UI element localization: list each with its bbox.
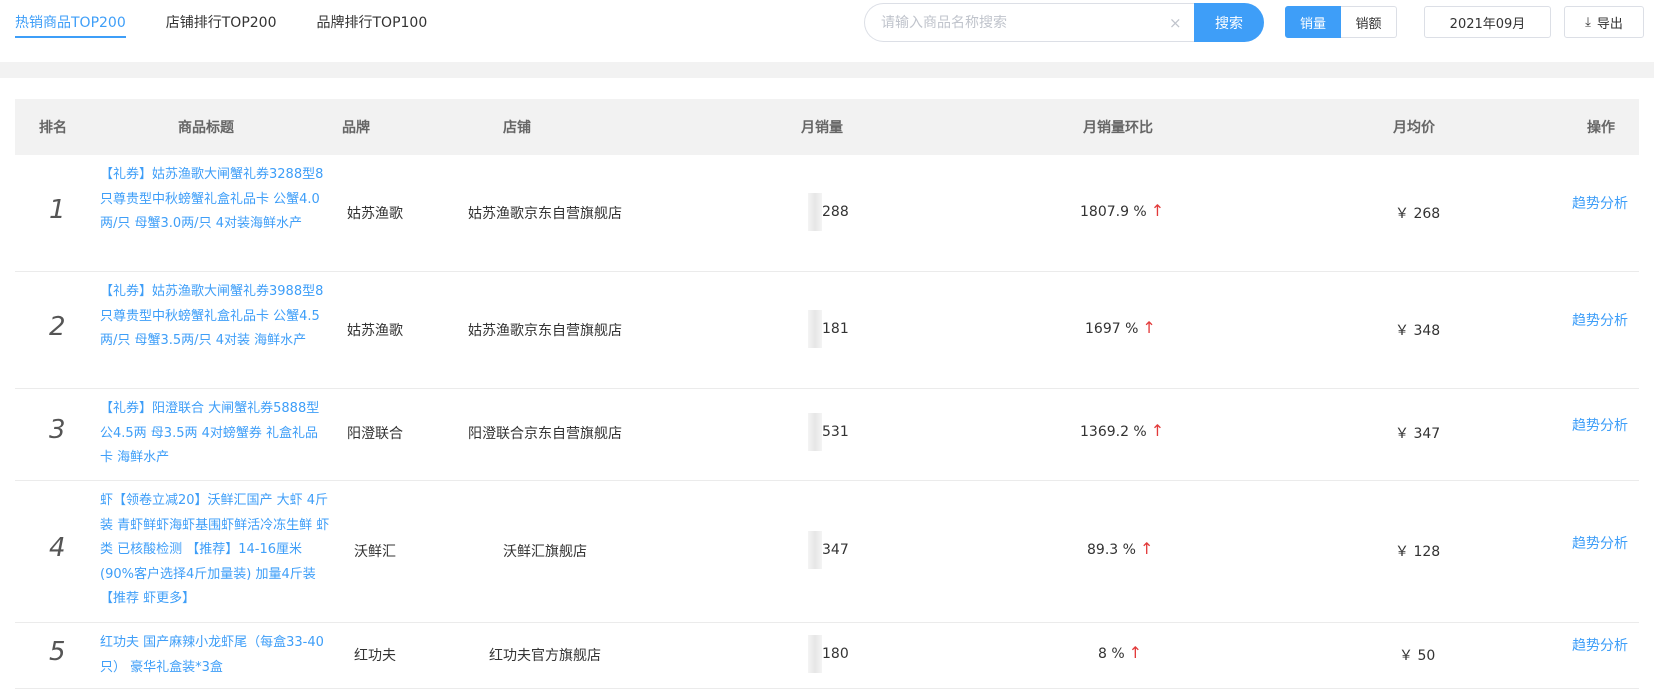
row-monthly-sales: 347 [808,531,849,569]
tab-hot-products[interactable]: 热销商品TOP200 [15,12,126,38]
row-rank: 4 [49,533,66,563]
header-shop: 店铺 [503,120,531,136]
row-shop: 沃鲜汇旗舰店 [503,544,587,560]
row-shop: 阳澄联合京东自营旗舰店 [468,426,622,442]
divider-band [0,62,1654,78]
trend-analysis-link[interactable]: 趋势分析 [1572,635,1628,655]
trend-analysis-link[interactable]: 趋势分析 [1572,193,1628,213]
table-row: 3 【礼券】阳澄联合 大闸蟹礼券5888型公4.5两 母3.5两 4对螃蟹券 礼… [15,389,1639,481]
row-brand: 姑苏渔歌 [347,206,403,222]
up-arrow-icon: ↑ [1150,201,1165,220]
row-sales-ratio: 89.3 % ↑ [1087,539,1154,558]
table-header: 排名 商品标题 品牌 店铺 月销量 月销量环比 月均价 操作 [15,99,1639,155]
up-arrow-icon: ↑ [1142,318,1156,337]
row-rank: 2 [49,312,66,342]
trend-analysis-link[interactable]: 趋势分析 [1572,415,1628,435]
up-arrow-icon: ↑ [1139,539,1154,558]
row-monthly-sales: 531 [808,413,849,451]
toggle-sales-volume[interactable]: 销量 [1285,6,1341,38]
search-input[interactable] [864,3,1194,42]
row-avg-price: ￥ 347 [1395,426,1441,442]
row-brand: 红功夫 [354,648,396,664]
product-title-link[interactable]: 红功夫 国产麻辣小龙虾尾（每盒33-40只） 豪华礼盒装*3盒 [100,631,330,680]
row-shop: 姑苏渔歌京东自营旗舰店 [468,206,622,222]
up-arrow-icon: ↑ [1150,421,1165,440]
table-row: 2 【礼券】姑苏渔歌大闸蟹礼券3988型8只尊贵型中秋螃蟹礼盒礼品卡 公蟹4.5… [15,272,1639,389]
row-monthly-sales: 180 [808,635,849,673]
row-avg-price: ￥ 348 [1395,323,1441,339]
header-sales-ratio: 月销量环比 [1083,120,1153,136]
row-rank: 1 [49,195,66,225]
tab-bar: 热销商品TOP200 店铺排行TOP200 品牌排行TOP100 [15,12,467,38]
toggle-sales-amount[interactable]: 销额 [1341,6,1397,38]
tab-shop-ranking[interactable]: 店铺排行TOP200 [166,12,277,38]
header-action: 操作 [1587,120,1615,136]
header-title: 商品标题 [178,120,234,136]
row-sales-ratio: 8 % ↑ [1098,643,1143,662]
product-title-link[interactable]: 【礼券】阳澄联合 大闸蟹礼券5888型公4.5两 母3.5两 4对螃蟹券 礼盒礼… [100,397,330,471]
header-monthly-sales: 月销量 [801,120,843,136]
month-picker[interactable]: 2021年09月 [1424,6,1551,38]
product-title-link[interactable]: 虾【领卷立减20】沃鲜汇国产 大虾 4斤装 青虾鲜虾海虾基围虾鲜活冷冻生鲜 虾类… [100,489,330,612]
tab-brand-ranking[interactable]: 品牌排行TOP100 [317,12,428,38]
product-title-link[interactable]: 【礼券】姑苏渔歌大闸蟹礼券3288型8只尊贵型中秋螃蟹礼盒礼品卡 公蟹4.0两/… [100,163,330,237]
export-button[interactable]: ⤓ 导出 [1564,6,1644,38]
table-row: 4 虾【领卷立减20】沃鲜汇国产 大虾 4斤装 青虾鲜虾海虾基围虾鲜活冷冻生鲜 … [15,481,1639,623]
export-label: 导出 [1596,16,1623,32]
search-box: × 搜索 [864,3,1264,42]
table-row: 5 红功夫 国产麻辣小龙虾尾（每盒33-40只） 豪华礼盒装*3盒 红功夫 红功… [15,623,1639,689]
header-avg-price: 月均价 [1393,120,1435,136]
row-sales-ratio: 1369.2 % ↑ [1080,421,1165,440]
row-brand: 沃鲜汇 [354,544,396,560]
trend-analysis-link[interactable]: 趋势分析 [1572,533,1628,553]
product-title-link[interactable]: 【礼券】姑苏渔歌大闸蟹礼券3988型8只尊贵型中秋螃蟹礼盒礼品卡 公蟹4.5两/… [100,280,330,354]
product-table: 排名 商品标题 品牌 店铺 月销量 月销量环比 月均价 操作 1 【礼券】姑苏渔… [15,99,1639,689]
row-avg-price: ￥ 268 [1395,206,1441,222]
table-row: 1 【礼券】姑苏渔歌大闸蟹礼券3288型8只尊贵型中秋螃蟹礼盒礼品卡 公蟹4.0… [15,155,1639,272]
trend-analysis-link[interactable]: 趋势分析 [1572,310,1628,330]
download-icon: ⤓ [1585,14,1591,30]
row-sales-ratio: 1807.9 % ↑ [1080,201,1165,220]
clear-icon[interactable]: × [1169,14,1182,32]
row-avg-price: ￥ 50 [1399,648,1436,664]
row-sales-ratio: 1697 % ↑ [1085,318,1156,337]
row-rank: 5 [49,637,66,667]
row-shop: 红功夫官方旗舰店 [489,648,601,664]
row-shop: 姑苏渔歌京东自营旗舰店 [468,323,622,339]
header-rank: 排名 [39,120,67,136]
row-rank: 3 [49,415,66,445]
search-button[interactable]: 搜索 [1194,3,1264,42]
row-brand: 姑苏渔歌 [347,323,403,339]
metric-toggle: 销量 销额 [1285,6,1397,38]
row-avg-price: ￥ 128 [1395,544,1441,560]
row-monthly-sales: 288 [808,193,849,231]
top-bar: 热销商品TOP200 店铺排行TOP200 品牌排行TOP100 × 搜索 销量… [0,0,1654,62]
header-brand: 品牌 [342,120,370,136]
row-monthly-sales: 181 [808,310,849,348]
row-brand: 阳澄联合 [347,426,403,442]
up-arrow-icon: ↑ [1128,643,1143,662]
